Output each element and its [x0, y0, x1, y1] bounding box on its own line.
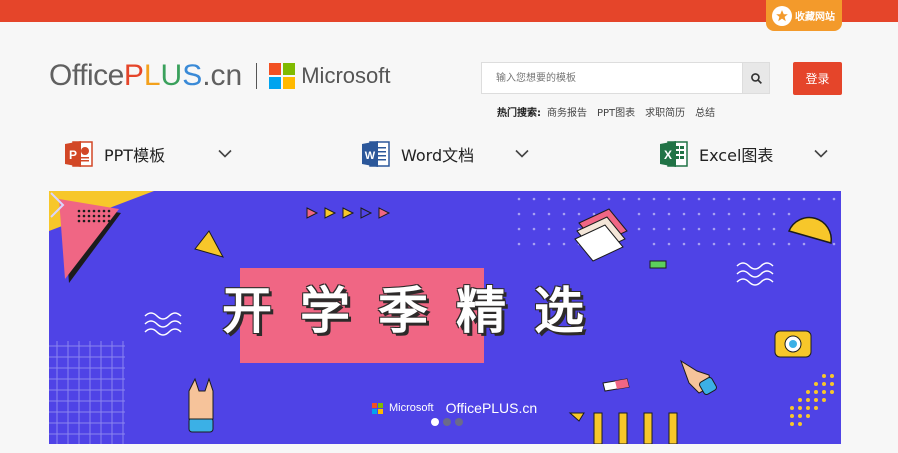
top-bar [0, 0, 898, 22]
hand-gesture-shape [188, 377, 214, 433]
nav-word-label: Word文档 [401, 146, 475, 165]
search-input[interactable] [481, 62, 742, 94]
microsoft-logo-icon [269, 63, 296, 89]
logo-cn-text: .cn [202, 59, 243, 92]
stripes-bottom [593, 412, 678, 444]
microsoft-logo-icon [372, 402, 383, 414]
hero-banner[interactable]: 开学季精选 Microsoft OfficePLUS.cn [49, 191, 841, 444]
squiggle-shape [144, 312, 182, 320]
nav-ppt-label: PPT模板 [104, 146, 166, 165]
logo-divider [256, 63, 258, 89]
logo-office-text: Office [49, 59, 124, 92]
logo-letter-l: L [143, 59, 161, 92]
chevron-right-icon[interactable] [49, 191, 65, 219]
carousel-dots [431, 418, 463, 426]
books-shape [574, 208, 628, 262]
hot-search-link[interactable]: PPT图表 [597, 104, 635, 119]
star-icon [772, 5, 792, 26]
carousel-dot[interactable] [455, 418, 463, 426]
search-button[interactable] [742, 62, 770, 94]
dot-grid [517, 197, 836, 246]
semicircle-shape [787, 216, 833, 244]
chevron-down-icon[interactable] [515, 136, 529, 172]
logo-microsoft-text: Microsoft [301, 63, 391, 88]
svg-text:P: P [69, 148, 77, 162]
banner-logo-microsoft: Microsoft [389, 402, 434, 414]
carousel-dot[interactable] [443, 418, 451, 426]
hot-searches-label: 热门搜索: [497, 108, 541, 119]
banner-title: 开学季精选 [222, 282, 612, 340]
banner-logo: Microsoft OfficePLUS.cn [372, 400, 537, 416]
banner-logo-officeplus: OfficePLUS.cn [445, 400, 538, 416]
hot-search-link[interactable]: 总结 [695, 104, 715, 119]
camera-shape [774, 330, 812, 358]
svg-text:X: X [664, 148, 672, 162]
svg-text:W: W [365, 150, 376, 162]
login-button[interactable]: 登录 [793, 62, 842, 95]
nav-excel-label: Excel图表 [699, 146, 774, 165]
chevron-down-icon[interactable] [814, 136, 828, 172]
search-icon [750, 72, 762, 84]
excel-icon: X [659, 139, 689, 169]
logo-letter-s: S [182, 59, 203, 92]
pointing-hand-shape [680, 359, 717, 395]
nav-ppt-templates[interactable]: P PPT模板 [64, 136, 165, 172]
chevron-down-icon[interactable] [218, 136, 232, 172]
hot-search-link[interactable]: 商务报告 [547, 104, 587, 119]
grid-pattern [49, 341, 125, 444]
site-logo[interactable]: Office P L U S .cn Microsoft [49, 58, 390, 94]
search-box [481, 62, 770, 94]
cone-shape [194, 230, 225, 258]
eraser-shape [602, 378, 630, 392]
bookmark-site-button[interactable]: 收藏网站 [766, 0, 842, 31]
yellow-dot-pattern [790, 374, 834, 426]
stripe-shape [649, 260, 667, 269]
hot-search-link[interactable]: 求职简历 [645, 104, 685, 119]
nav-excel-charts[interactable]: X Excel图表 [659, 136, 773, 172]
hot-searches: 热门搜索: 商务报告 PPT图表 求职简历 总结 [497, 104, 715, 119]
arrow-triangles [306, 207, 391, 219]
logo-letter-u: U [160, 59, 183, 92]
word-icon: W [361, 139, 391, 169]
logo-letter-p: P [123, 59, 144, 92]
bookmark-site-label: 收藏网站 [795, 12, 835, 23]
carousel-dot[interactable] [431, 418, 439, 426]
powerpoint-icon: P [64, 139, 94, 169]
nav-word-documents[interactable]: W Word文档 [361, 136, 474, 172]
